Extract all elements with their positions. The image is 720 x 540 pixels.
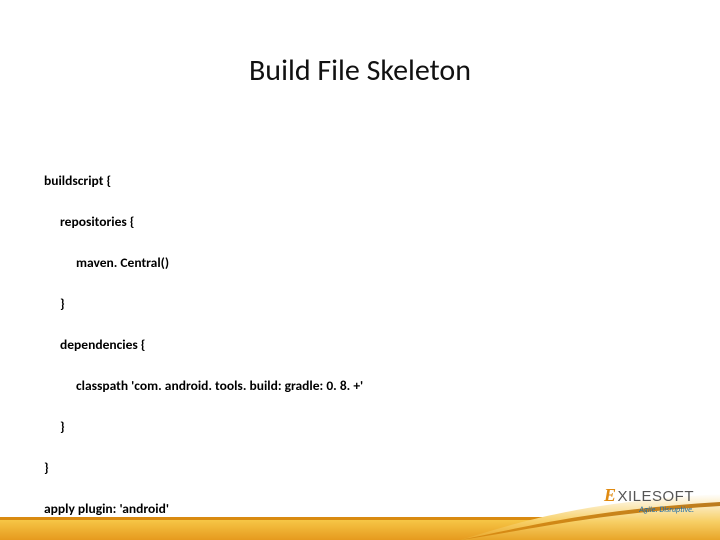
- footer-bar: EXILESOFT Agile. Disruptive.: [0, 482, 720, 540]
- brand-initial: E: [604, 485, 617, 505]
- code-line: }: [44, 458, 363, 479]
- brand-name: EXILESOFT: [604, 486, 694, 505]
- code-line: dependencies {: [44, 335, 363, 356]
- code-line: maven. Central(): [44, 253, 363, 274]
- brand-logo: EXILESOFT Agile. Disruptive.: [604, 486, 694, 514]
- code-line: }: [44, 417, 363, 438]
- slide-title: Build File Skeleton: [0, 52, 720, 89]
- code-line: }: [44, 294, 363, 315]
- code-line: classpath 'com. android. tools. build: g…: [44, 376, 363, 397]
- brand-tagline: Agile. Disruptive.: [604, 506, 694, 514]
- brand-rest: XILESOFT: [617, 488, 694, 505]
- code-line: repositories {: [44, 212, 363, 233]
- code-line: buildscript {: [44, 171, 363, 192]
